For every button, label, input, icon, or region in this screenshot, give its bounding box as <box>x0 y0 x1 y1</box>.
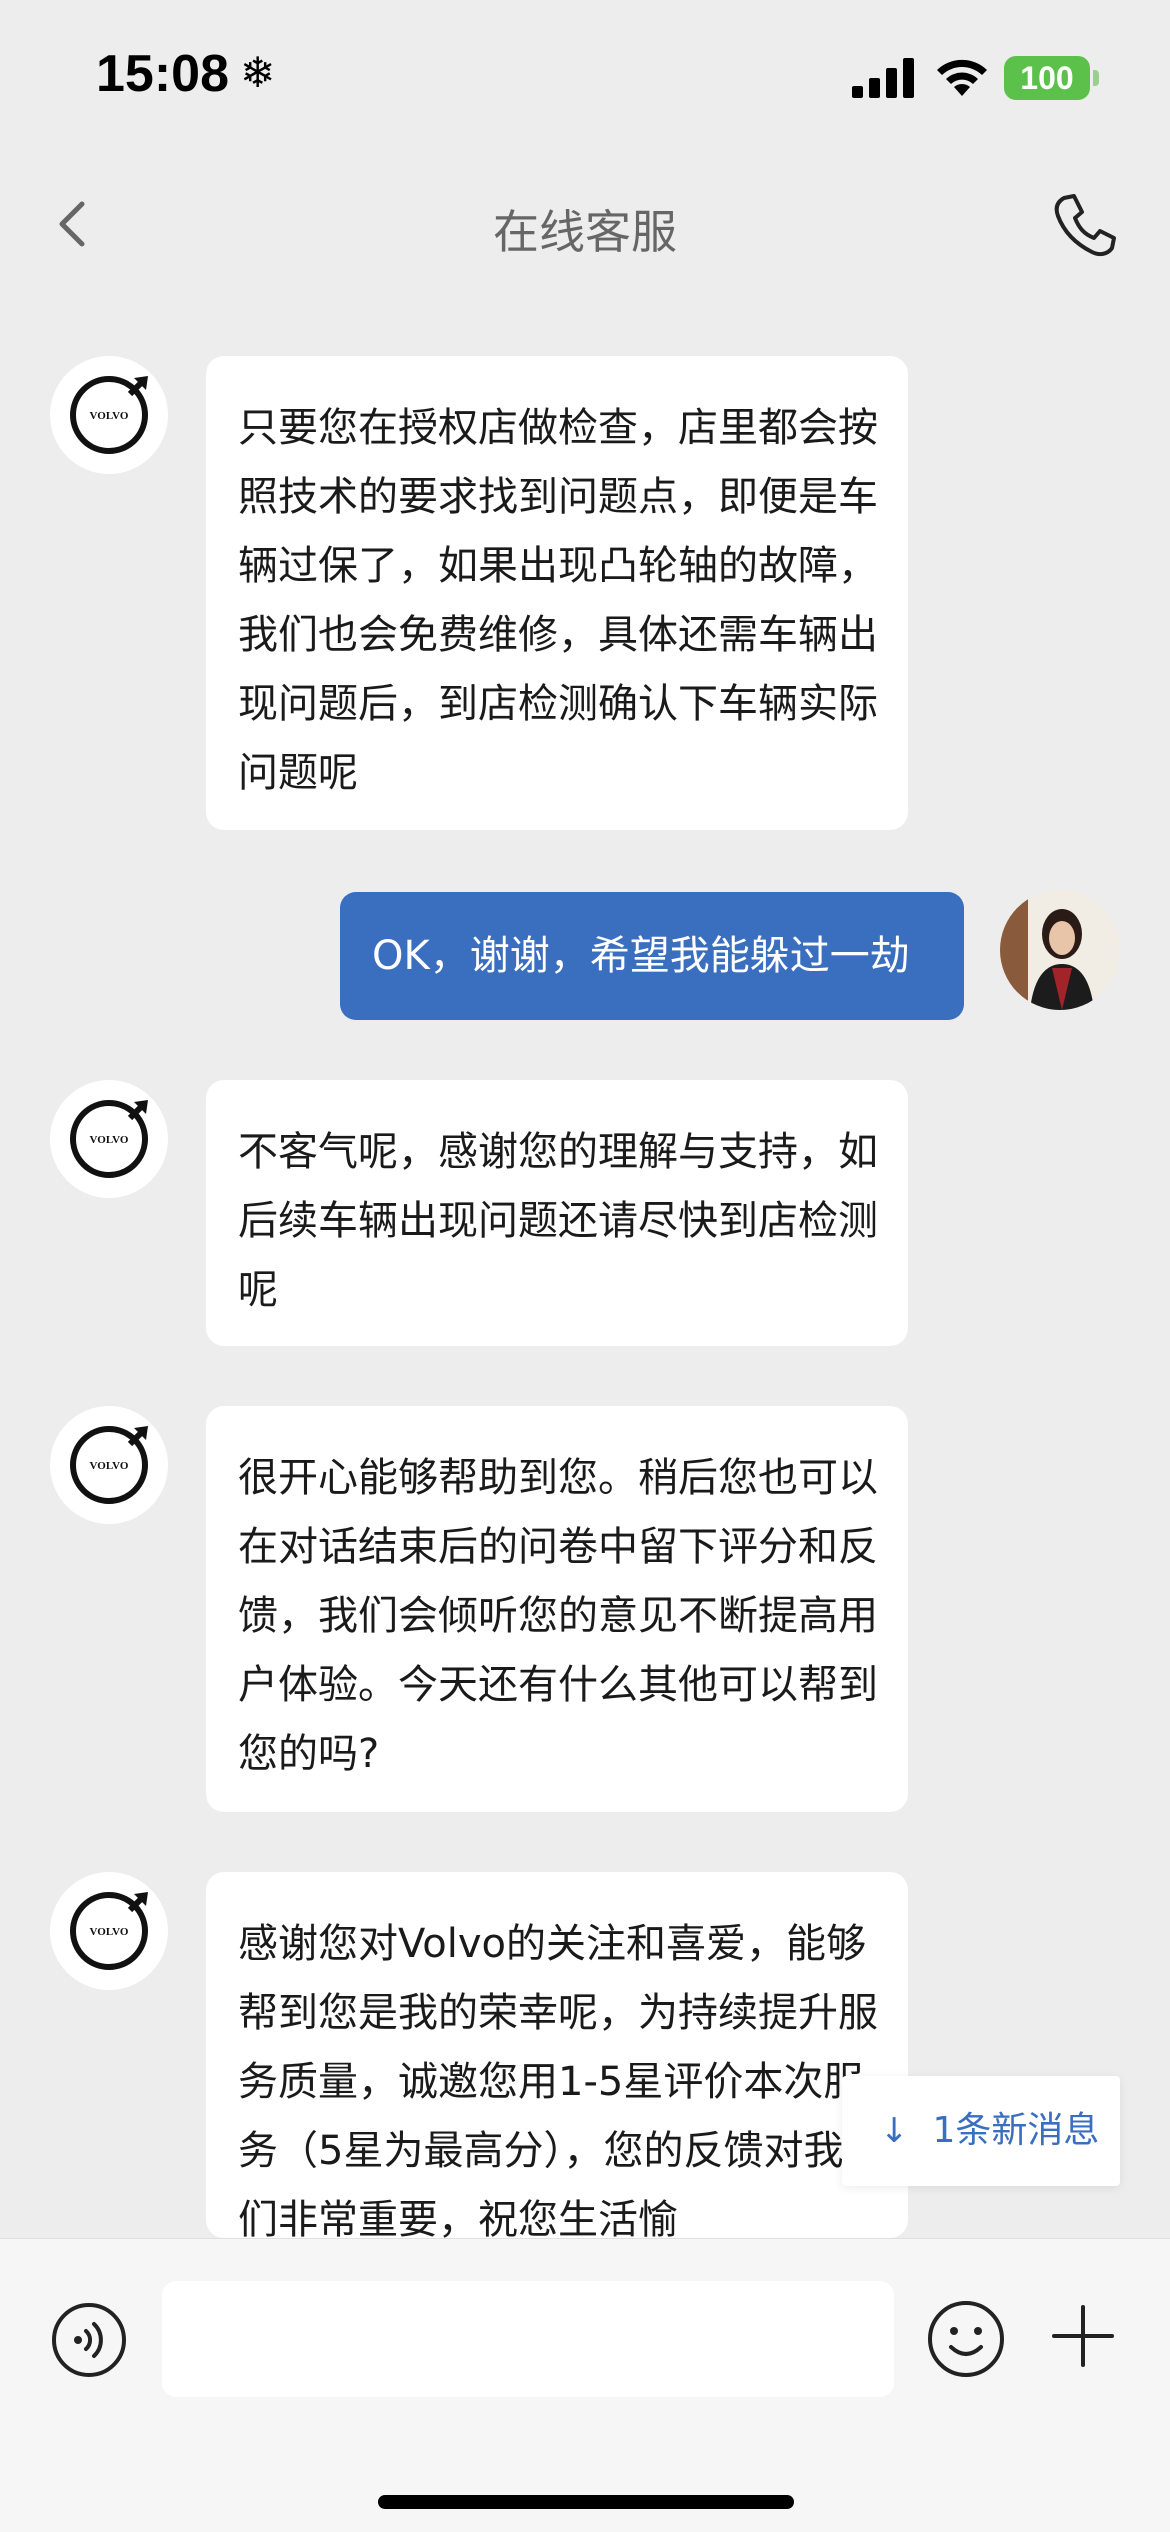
plus-icon[interactable] <box>1048 2301 1118 2371</box>
status-time: 15:08 <box>96 45 229 103</box>
volvo-logo-icon: VOLVO <box>50 356 168 474</box>
svg-text:VOLVO: VOLVO <box>90 1460 129 1472</box>
phone-icon[interactable] <box>1050 190 1120 260</box>
user-avatar[interactable] <box>1000 890 1120 1010</box>
page-title: 在线客服 <box>493 205 677 259</box>
new-message-button[interactable]: ↓ 1条新消息 <box>842 2076 1120 2186</box>
bot-message-bubble: 不客气呢，感谢您的理解与支持，如后续车辆出现问题还请尽快到店检测呢 <box>206 1080 908 1346</box>
bot-message-bubble: 只要您在授权店做检查，店里都会按照技术的要求找到问题点，即便是车辆过保了，如果出… <box>206 356 908 830</box>
svg-text:VOLVO: VOLVO <box>90 1926 129 1938</box>
status-bar: 15:08 ❄ 100 <box>0 0 1170 150</box>
new-message-label: 1条新消息 <box>932 2110 1100 2151</box>
wifi-icon <box>937 59 987 96</box>
volvo-logo-icon: VOLVO <box>50 1080 168 1198</box>
bot-message-bubble: 感谢您对Volvo的关注和喜爱，能够帮到您是我的荣幸呢，为持续提升服务质量，诚邀… <box>206 1872 908 2238</box>
cellular-signal-icon <box>852 58 914 98</box>
snowflake-icon: ❄ <box>240 48 276 97</box>
nav-bar: 在线客服 <box>0 150 1170 300</box>
emoji-icon[interactable] <box>926 2299 1006 2379</box>
volvo-logo-icon: VOLVO <box>50 1406 168 1524</box>
arrow-down-icon: ↓ <box>880 2111 909 2151</box>
svg-text:VOLVO: VOLVO <box>90 410 129 422</box>
battery-tip <box>1093 70 1099 86</box>
message-input[interactable] <box>162 2281 894 2397</box>
battery-indicator: 100 <box>1004 56 1090 100</box>
home-indicator <box>378 2495 794 2509</box>
user-message-bubble: OK，谢谢，希望我能躲过一劫 <box>340 892 964 1020</box>
volvo-logo-icon: VOLVO <box>50 1872 168 1990</box>
bot-message-bubble: 很开心能够帮助到您。稍后您也可以在对话结束后的问卷中留下评分和反馈，我们会倾听您… <box>206 1406 908 1812</box>
svg-text:VOLVO: VOLVO <box>90 1134 129 1146</box>
voice-icon[interactable] <box>50 2301 128 2379</box>
input-bar <box>0 2238 1170 2532</box>
